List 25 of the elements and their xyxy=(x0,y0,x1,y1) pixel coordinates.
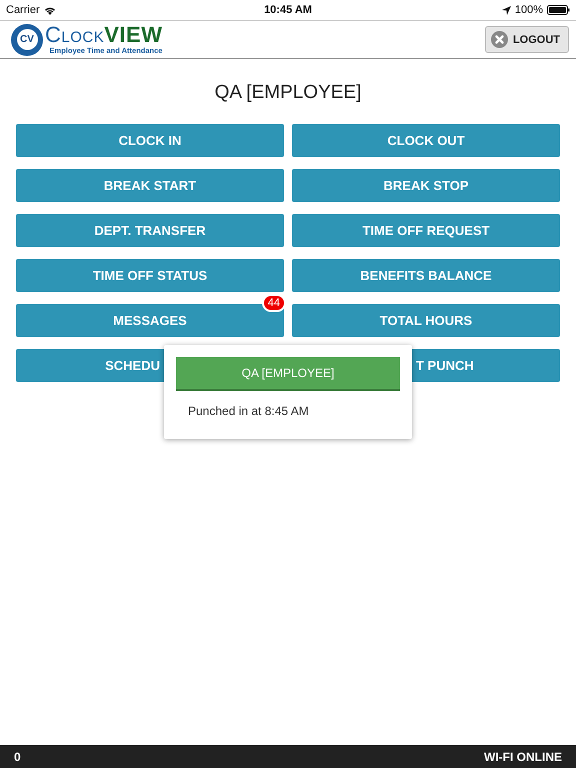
employee-title: QA [EMPLOYEE] xyxy=(214,82,362,104)
count-badge: 44 xyxy=(262,294,286,312)
close-icon xyxy=(490,31,508,48)
menu-button[interactable]: DEPT. TRANSFER xyxy=(16,214,284,247)
menu-button[interactable]: CLOCK IN xyxy=(16,124,284,157)
menu-button[interactable]: BREAK START xyxy=(16,169,284,202)
menu-button[interactable]: CLOCK OUT xyxy=(292,124,560,157)
battery-icon xyxy=(547,5,570,15)
brand-name: ClockVIEW xyxy=(45,24,162,46)
menu-button[interactable]: TIME OFF STATUS xyxy=(16,259,284,292)
wifi-icon xyxy=(44,6,56,14)
popup-heading: QA [EMPLOYEE] xyxy=(176,357,400,391)
carrier-name: Carrier xyxy=(6,4,40,16)
logo-badge: CV xyxy=(11,24,43,56)
menu-button[interactable]: BREAK STOP xyxy=(292,169,560,202)
menu-button[interactable]: TOTAL HOURS xyxy=(292,304,560,337)
popup-message: Punched in at 8:45 AM xyxy=(188,404,310,418)
logout-button[interactable]: LOGOUT xyxy=(484,26,569,53)
battery-percent: 100% xyxy=(514,4,544,16)
connection-status: WI-FI ONLINE xyxy=(484,750,562,764)
clock-time: 10:45 AM xyxy=(264,4,312,16)
menu-button[interactable]: TIME OFF REQUEST xyxy=(292,214,560,247)
location-arrow-icon xyxy=(502,6,511,14)
menu-button[interactable]: BENEFITS BALANCE xyxy=(292,259,560,292)
pending-count: 0 xyxy=(14,750,21,764)
